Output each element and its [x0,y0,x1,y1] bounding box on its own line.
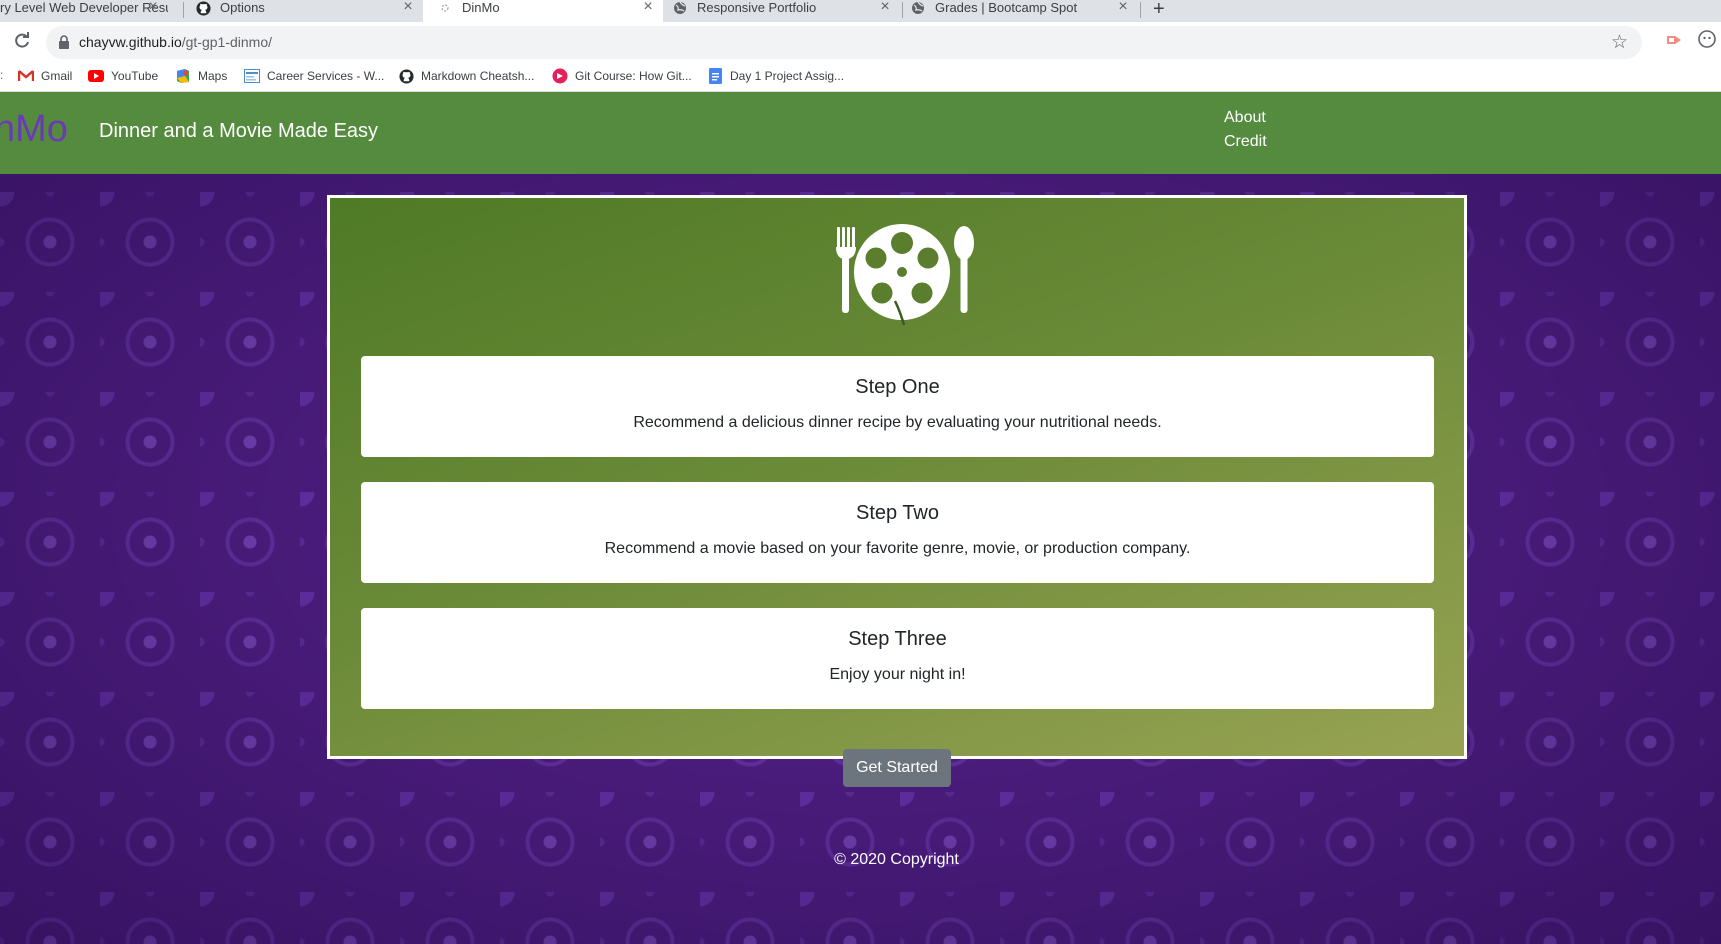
url-text: chayvw.github.io/gt-gp1-dinmo/ [79,34,272,50]
footer-copyright: © 2020 Copyright [834,851,959,868]
close-icon[interactable]: × [878,0,892,15]
tab-divider [183,2,184,18]
step-card-one: Step One Recommend a delicious dinner re… [361,356,1434,457]
loading-icon [437,0,453,16]
site-tagline: Dinner and a Movie Made Easy [99,120,379,142]
lock-icon[interactable] [58,35,70,49]
tab-divider [1140,2,1141,18]
github-icon [195,0,211,16]
bookmark-gmail[interactable]: Gmail [18,68,72,84]
hero-panel: Step One Recommend a delicious dinner re… [327,195,1467,787]
youtube-icon [88,68,104,84]
step-description: Recommend a delicious dinner recipe by e… [633,414,1162,431]
tab-title: Options [220,0,265,15]
brand-logo[interactable]: nMo [0,107,68,151]
tab-title: Grades | Bootcamp Spot [935,0,1078,15]
step-card-two: Step Two Recommend a movie based on your… [361,482,1434,583]
bookmark-maps[interactable]: Maps [175,68,227,84]
bookmark-label: Maps [198,69,228,83]
globe-icon [672,0,688,16]
maps-icon [175,68,191,84]
close-icon[interactable]: × [146,0,160,15]
url-host: chayvw.github.io [79,34,182,50]
bookmark-label: YouTube [111,69,159,83]
close-icon[interactable]: × [1116,0,1130,15]
bookmark-markdown[interactable]: Markdown Cheatsh... [398,68,534,84]
step-card-three: Step Three Enjoy your night in! [361,608,1434,709]
tab-resume[interactable]: ry Level Web Developer Resu × [0,0,168,22]
dinner-movie-logo-icon [836,224,974,326]
step-title: Step Two [855,502,940,524]
profile-icon[interactable] [1697,29,1717,49]
tab-strip: ry Level Web Developer Resu × Options × … [0,0,1721,22]
career-icon [244,68,260,84]
browser-toolbar: chayvw.github.io/gt-gp1-dinmo/ ☆ [0,22,1721,62]
bookmark-label: Career Services - W... [267,69,385,83]
bookmark-label: Git Course: How Git... [575,69,692,83]
nav-link-credit[interactable]: Credit [1224,133,1267,151]
bookmark-project[interactable]: Day 1 Project Assig... [707,68,844,84]
tab-title: DinMo [462,0,500,15]
close-icon[interactable]: × [401,0,415,15]
reload-icon[interactable] [12,31,32,51]
new-tab-button[interactable]: + [1153,0,1165,21]
url-path: /gt-gp1-dinmo/ [181,34,273,50]
globe-icon [910,0,926,16]
course-icon [552,68,568,84]
bookmark-apps-edge[interactable]: : [0,68,3,82]
navbar: nMo Dinner and a Movie Made Easy About C… [0,92,1721,174]
step-title: Step One [855,376,940,398]
nav-link-about[interactable]: About [1224,109,1266,127]
tab-options[interactable]: Options × [195,0,423,22]
bookmarks-bar: : Gmail YouTube Maps Career Services - W… [0,62,1721,92]
step-description: Recommend a movie based on your favorite… [604,540,1191,557]
tab-title: ry Level Web Developer Resu [0,0,168,15]
docs-icon [707,68,723,84]
tab-dinmo[interactable]: DinMo × [423,0,663,22]
address-bar[interactable]: chayvw.github.io/gt-gp1-dinmo/ ☆ [46,26,1642,59]
gmail-icon [18,68,34,84]
bookmark-youtube[interactable]: YouTube [88,68,158,84]
step-title: Step Three [848,628,947,650]
bookmark-git-course[interactable]: Git Course: How Git... [552,68,692,84]
close-icon[interactable]: × [641,0,655,15]
tab-portfolio[interactable]: Responsive Portfolio × [672,0,900,22]
bookmark-label: Gmail [41,69,73,83]
step-description: Enjoy your night in! [829,666,966,683]
page-content: nMo Dinner and a Movie Made Easy About C… [0,92,1721,944]
get-started-button[interactable]: Get Started [843,749,951,787]
extension-icon[interactable] [1664,30,1684,50]
bookmark-career-services[interactable]: Career Services - W... [244,68,384,84]
tab-title: Responsive Portfolio [697,0,817,15]
bookmark-star-icon[interactable]: ☆ [1611,31,1628,54]
github-icon [398,68,414,84]
bookmark-label: Markdown Cheatsh... [421,69,535,83]
tab-bootcamp[interactable]: Grades | Bootcamp Spot × [910,0,1138,22]
bookmark-label: Day 1 Project Assig... [730,69,845,83]
tab-divider [902,2,903,18]
